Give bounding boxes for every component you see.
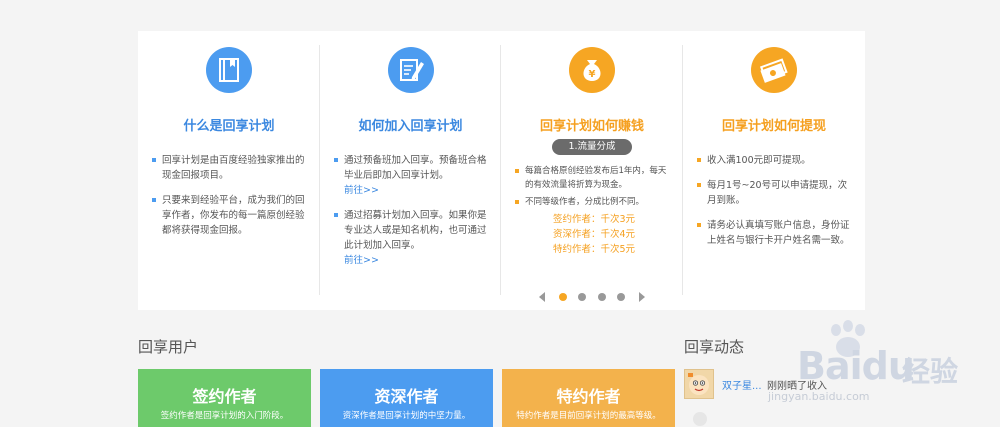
list-item: 每篇合格原创经验发布后1年内，每天的有效流量将折算为现金。 xyxy=(515,164,673,192)
column-withdraw: 回享计划如何提现 收入满100元即可提现。 每月1号~20号可以申请提现，次月到… xyxy=(683,31,865,310)
card-desc: 签约作者是回享计划的入门阶段。 xyxy=(160,411,289,421)
info-panel: 什么是回享计划 回享计划是由百度经验独家推出的现金回报项目。 只要来到经验平台，… xyxy=(138,31,865,310)
carousel-pager xyxy=(501,286,683,302)
list-item-text: 通过招募计划加入回享。如果你是专业达人或是知名机构，也可通过此计划加入回享。 xyxy=(344,210,487,251)
prev-arrow-icon[interactable] xyxy=(539,291,546,302)
watermark-label: 经验 xyxy=(902,355,959,388)
card-title: 签约作者 xyxy=(192,387,257,406)
column-list: 每篇合格原创经验发布后1年内，每天的有效流量将折算为现金。 不同等级作者，分成比… xyxy=(515,164,673,257)
pager-dot[interactable] xyxy=(578,292,587,301)
cash-icon xyxy=(751,47,797,93)
card-title: 资深作者 xyxy=(374,387,439,406)
list-item: 不同等级作者，分成比例不同。 xyxy=(515,195,673,209)
tier-rate: 资深作者：千次4元 xyxy=(552,229,636,240)
watermark-brand: Baidu xyxy=(797,344,915,388)
list-item: 每月1号~20号可以申请提现，次月到账。 xyxy=(697,178,855,208)
list-item: 只要来到经验平台，成为我们的回享作者，你发布的每一篇原创经验都将获得现金回报。 xyxy=(152,193,310,238)
column-list: 收入满100元即可提现。 每月1号~20号可以申请提现，次月到账。 请务必认真填… xyxy=(697,153,855,258)
list-item: 收入满100元即可提现。 xyxy=(697,153,855,168)
special-author-card[interactable]: 特约作者 特约作者是目前回享计划的最高等级。 xyxy=(502,369,675,427)
goto-prep-class-link[interactable]: 前往>> xyxy=(344,183,491,198)
section-tag: 1.流量分成 xyxy=(552,139,632,155)
list-item: 请务必认真填写账户信息，身份证上姓名与银行卡开户姓名需一致。 xyxy=(697,218,855,248)
watermark-url: jingyan.baidu.com xyxy=(768,390,870,403)
next-arrow-icon[interactable] xyxy=(638,291,645,302)
column-title: 如何加入回享计划 xyxy=(358,119,463,134)
tier-rate: 特约作者：千次5元 xyxy=(552,244,636,255)
svg-text:¥: ¥ xyxy=(589,69,596,80)
card-desc: 资深作者是回享计划的中坚力量。 xyxy=(342,411,471,421)
column-list: 通过预备班加入回享。预备班合格毕业后即加入回享计划。 前往>> 通过招募计划加入… xyxy=(334,153,491,278)
list-item: 回享计划是由百度经验独家推出的现金回报项目。 xyxy=(152,153,310,183)
feed-user-link[interactable]: 双子星... xyxy=(722,377,762,392)
avatar[interactable] xyxy=(684,369,714,399)
signed-author-card[interactable]: 签约作者 签约作者是回享计划的入门阶段。 xyxy=(138,369,311,427)
list-item: 通过预备班加入回享。预备班合格毕业后即加入回享计划。 前往>> xyxy=(334,153,491,198)
pager-dot[interactable] xyxy=(559,292,568,301)
list-item: 通过招募计划加入回享。如果你是专业达人或是知名机构，也可通过此计划加入回享。 前… xyxy=(334,208,491,268)
tier-rate: 签约作者：千次3元 xyxy=(552,214,636,225)
senior-author-card[interactable]: 资深作者 资深作者是回享计划的中坚力量。 xyxy=(320,369,493,427)
news-section-title: 回享动态 xyxy=(684,338,745,356)
pager-dot[interactable] xyxy=(616,292,625,301)
column-list: 回享计划是由百度经验独家推出的现金回报项目。 只要来到经验平台，成为我们的回享作… xyxy=(152,153,310,248)
card-desc: 特约作者是目前回享计划的最高等级。 xyxy=(516,411,661,421)
pager-dot[interactable] xyxy=(597,292,606,301)
money-bag-icon: ¥ xyxy=(569,47,615,93)
column-title: 回享计划如何提现 xyxy=(721,119,826,134)
column-how-to-earn: ¥ 回享计划如何赚钱 1.流量分成 每篇合格原创经验发布后1年内，每天的有效流量… xyxy=(501,31,683,310)
column-title: 回享计划如何赚钱 xyxy=(539,119,644,134)
card-title: 特约作者 xyxy=(556,387,621,406)
column-how-to-join: 如何加入回享计划 通过预备班加入回享。预备班合格毕业后即加入回享计划。 前往>>… xyxy=(320,31,501,310)
avatar[interactable] xyxy=(693,412,707,426)
tier-rates: 签约作者：千次3元 资深作者：千次4元 特约作者：千次5元 xyxy=(515,212,673,257)
column-what-is: 什么是回享计划 回享计划是由百度经验独家推出的现金回报项目。 只要来到经验平台，… xyxy=(138,31,320,310)
list-item-text: 通过预备班加入回享。预备班合格毕业后即加入回享计划。 xyxy=(344,155,487,181)
book-icon xyxy=(206,47,252,93)
users-section-title: 回享用户 xyxy=(138,338,199,356)
column-title: 什么是回享计划 xyxy=(183,119,275,134)
edit-icon xyxy=(387,47,434,93)
goto-recruit-link[interactable]: 前往>> xyxy=(344,253,491,268)
